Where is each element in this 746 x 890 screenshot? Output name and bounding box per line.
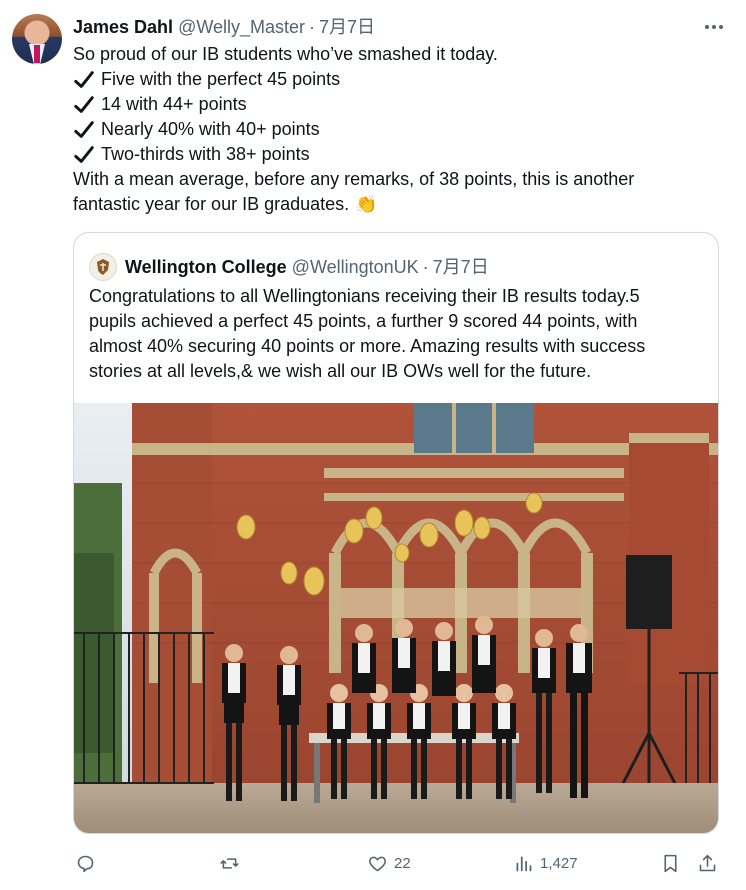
check-mark-icon — [74, 145, 94, 163]
tweet-date[interactable]: 7月7日 — [319, 16, 375, 38]
more-options-icon[interactable] — [702, 16, 726, 38]
views-icon — [516, 856, 532, 871]
college-crest-icon[interactable] — [89, 253, 117, 281]
checklist-item: Nearly 40% with 40+ points — [73, 117, 713, 142]
text-line: Congratulations to all Wellingtonians re… — [89, 286, 640, 306]
share-button[interactable] — [697, 851, 718, 875]
views-count: 1,427 — [540, 854, 578, 872]
quoted-date[interactable]: 7月7日 — [433, 256, 489, 278]
text-line: almost 40% securing 40 points or more. A… — [89, 336, 646, 356]
check-mark-icon — [74, 70, 94, 88]
tweet-header: James Dahl @Welly_Master · 7月7日 — [73, 16, 726, 38]
bookmark-button[interactable] — [660, 851, 681, 875]
share-icon — [699, 854, 716, 871]
author-handle[interactable]: @Welly_Master — [178, 16, 305, 38]
reply-icon — [77, 855, 94, 872]
checklist-item: 14 with 44+ points — [73, 92, 713, 117]
text-line: With a mean average, before any remarks,… — [73, 169, 635, 189]
separator: · — [309, 17, 316, 37]
quoted-text: Congratulations to all Wellingtonians re… — [89, 284, 701, 384]
tweet-actions: 22 1,427 — [73, 851, 723, 875]
separator: · — [422, 257, 429, 277]
views-button[interactable]: 1,427 — [513, 851, 578, 875]
tweet-text: So proud of our IB students who’ve smash… — [73, 42, 713, 217]
author-avatar[interactable] — [12, 14, 62, 64]
graduation-photo[interactable] — [74, 403, 718, 833]
text-line: stories at all levels,& we wish all our … — [89, 361, 592, 381]
quoted-author-name[interactable]: Wellington College — [125, 256, 287, 278]
check-mark-icon — [74, 95, 94, 113]
check-mark-icon — [74, 120, 94, 138]
checklist-item: Two-thirds with 38+ points — [73, 142, 713, 167]
retweet-button[interactable] — [219, 851, 240, 875]
text-line: fantastic year for our IB graduates. 👏 — [73, 192, 713, 217]
bookmark-icon — [664, 854, 677, 872]
reply-button[interactable] — [75, 851, 96, 875]
checklist-item: Five with the perfect 45 points — [73, 67, 713, 92]
heart-icon — [369, 856, 386, 871]
like-button[interactable]: 22 — [367, 851, 411, 875]
author-name[interactable]: James Dahl — [73, 16, 173, 38]
text-line: pupils achieved a perfect 45 points, a f… — [89, 311, 638, 331]
quoted-tweet[interactable]: Wellington College @WellingtonUK · 7月7日 … — [73, 232, 719, 834]
quoted-header: Wellington College @WellingtonUK · 7月7日 — [89, 253, 706, 281]
retweet-icon — [220, 857, 239, 869]
quoted-author-handle[interactable]: @WellingtonUK — [292, 256, 419, 278]
clapping-hands-icon: 👏 — [355, 194, 378, 214]
text-line: So proud of our IB students who’ve smash… — [73, 44, 498, 64]
like-count: 22 — [394, 854, 411, 872]
